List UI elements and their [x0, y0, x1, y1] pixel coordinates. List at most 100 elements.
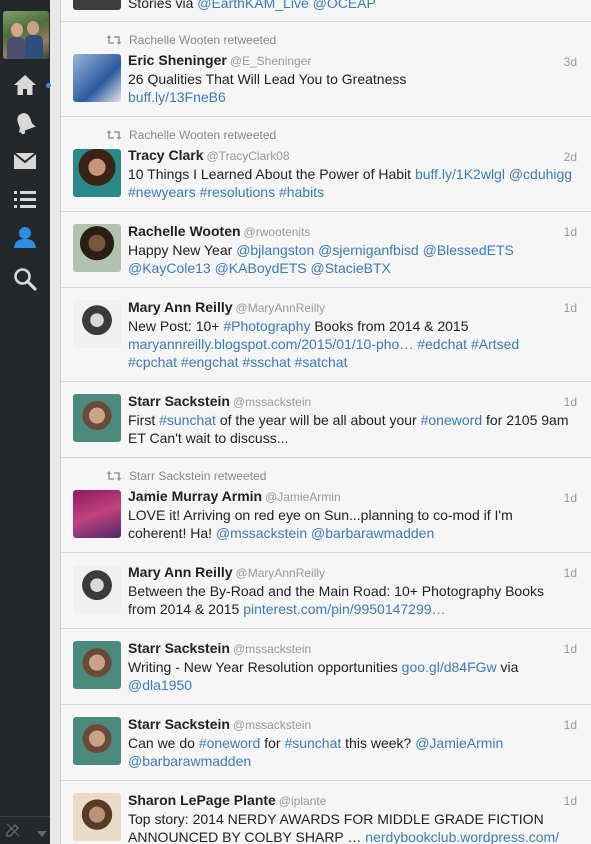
avatar[interactable] — [73, 565, 121, 613]
tweet-link[interactable]: #newyears #resolutions #habits — [128, 184, 324, 200]
avatar[interactable] — [73, 0, 121, 10]
tweet-link[interactable]: buff.ly/13FneB6 — [128, 89, 226, 105]
messages-icon[interactable] — [12, 148, 38, 174]
avatar[interactable] — [73, 54, 121, 102]
timestamp[interactable]: 1d — [564, 491, 577, 505]
tweet-link[interactable]: @EarthKAM_Live @OCEAP — [197, 0, 376, 11]
list-item[interactable]: Stories via @EarthKAM_Live @OCEAP — [61, 0, 591, 22]
tweet-text: New Post: 10+ #Photography Books from 20… — [128, 317, 579, 371]
author-handle[interactable]: @mssackstein — [233, 395, 311, 409]
author-name[interactable]: Rachelle Wooten — [128, 223, 241, 239]
timestamp[interactable]: 1d — [564, 794, 577, 808]
timestamp[interactable]: 3d — [564, 55, 577, 69]
tweet-item[interactable]: Starr Sackstein @mssackstein 1d First #sunc… — [61, 382, 591, 458]
author-handle[interactable]: @JamieArmin — [265, 490, 341, 504]
author-handle[interactable]: @E_Sheninger — [230, 54, 312, 68]
tweet-link[interactable]: @dla1950 — [128, 677, 192, 693]
notifications-icon[interactable] — [12, 110, 38, 136]
account-avatar[interactable] — [3, 11, 49, 59]
avatar[interactable] — [73, 300, 121, 348]
tweet-link[interactable]: maryannreilly.blogspot.com/2015/01/10-ph… — [128, 336, 519, 352]
tweet-item[interactable]: Starr Sackstein @mssackstein 1d Can we do #… — [61, 705, 591, 781]
tweet-link[interactable]: nerdybookclub.wordpress.com/ — [365, 829, 559, 844]
timestamp[interactable]: 1d — [564, 566, 577, 580]
tweet-text: 10 Things I Learned About the Power of H… — [128, 165, 579, 201]
tweet-item[interactable]: Starr Sackstein @mssackstein 1d Writing - N… — [61, 629, 591, 705]
tweet-item[interactable]: Rachelle Wooten retweeted Tracy Clark @Tra… — [61, 117, 591, 212]
tweet-link[interactable]: #Photography — [223, 318, 310, 334]
tweet-link[interactable]: pinterest.com/pin/9950147299… — [243, 601, 445, 617]
author-name[interactable]: Mary Ann Reilly — [128, 299, 233, 315]
lists-icon[interactable] — [12, 186, 38, 212]
timestamp[interactable]: 2d — [564, 150, 577, 164]
sidebar-footer — [0, 816, 50, 844]
tweet-text-fragment: coherent! Ha! — [128, 525, 216, 541]
tweet-link[interactable]: @barbarawmadden — [128, 753, 251, 769]
author-handle[interactable]: @iplante — [279, 794, 327, 808]
author-name[interactable]: Tracy Clark — [128, 147, 204, 163]
home-icon[interactable] — [12, 72, 38, 98]
avatar[interactable] — [73, 793, 121, 841]
tweet-item[interactable]: Mary Ann Reilly @MaryAnnReilly 1d Between t… — [61, 553, 591, 629]
avatar[interactable] — [73, 717, 121, 765]
author-name[interactable]: Mary Ann Reilly — [128, 564, 233, 580]
author-handle[interactable]: @rwootenits — [244, 225, 311, 239]
tweet-text: 26 Qualities That Will Lead You to Great… — [128, 70, 579, 106]
tweet-text: Between the By-Road and the Main Road: 1… — [128, 582, 579, 618]
author-handle[interactable]: @TracyClark08 — [207, 149, 290, 163]
tweet-link[interactable]: @mssackstein @barbarawmadden — [216, 525, 434, 541]
profile-icon[interactable] — [12, 224, 38, 250]
tweet-text-fragment: New Post: 10+ — [128, 318, 224, 334]
tweet-text-line: @dla1950 — [128, 676, 579, 694]
timestamp[interactable]: 1d — [564, 301, 577, 315]
tweet-link[interactable]: @cduhigg — [509, 166, 572, 182]
retweet-context: Rachelle Wooten retweeted — [106, 32, 579, 48]
author-name[interactable]: Starr Sackstein — [128, 393, 230, 409]
timestamp[interactable]: 1d — [564, 642, 577, 656]
timestamp[interactable]: 1d — [564, 225, 577, 239]
tweet-link[interactable]: goo.gl/d84FGw — [402, 659, 497, 675]
tweet-link[interactable]: @JamieArmin — [415, 735, 503, 751]
tweet-link[interactable]: #sunchat — [284, 735, 341, 751]
author-name[interactable]: Eric Sheninger — [128, 52, 227, 68]
tweet-link[interactable]: #sunchat — [159, 412, 216, 428]
tweet-item[interactable]: Rachelle Wooten retweeted Eric Sheninger @… — [61, 22, 591, 117]
tweet-link[interactable]: #oneword — [421, 412, 483, 428]
tweet-link[interactable]: buff.ly/1K2wlgl — [415, 166, 505, 182]
tweet-item[interactable]: Starr Sackstein retweeted Jamie Murray Ar… — [61, 458, 591, 553]
tweet-link[interactable]: #cpchat #engchat #sschat #satchat — [128, 354, 347, 370]
timestamp[interactable]: 1d — [564, 718, 577, 732]
author-name[interactable]: Sharon LePage Plante — [128, 792, 276, 808]
compose-icon[interactable] — [6, 823, 20, 837]
author-name[interactable]: Starr Sackstein — [128, 640, 230, 656]
search-icon[interactable] — [12, 266, 38, 292]
retweeted-by-label[interactable]: Rachelle Wooten retweeted — [129, 33, 276, 47]
tweet-text-line: Between the By-Road and the Main Road: 1… — [128, 582, 579, 600]
tweet-link[interactable]: @KayCole13 @KABoydETS @StacieBTX — [128, 260, 391, 276]
avatar[interactable] — [73, 490, 121, 538]
author-handle[interactable]: @MaryAnnReilly — [236, 301, 326, 315]
chevron-down-icon[interactable] — [36, 825, 48, 837]
tweet-header: Sharon LePage Plante @iplante — [128, 791, 579, 810]
tweet-text-line: Writing - New Year Resolution opportunit… — [128, 658, 579, 676]
avatar[interactable] — [73, 641, 121, 689]
tweet-link[interactable]: @bjlangston @sjerniganfbisd @BlessedETS — [236, 242, 514, 258]
author-handle[interactable]: @MaryAnnReilly — [236, 566, 326, 580]
tweet-header: Starr Sackstein @mssackstein — [128, 639, 579, 658]
tweet-text-line: 10 Things I Learned About the Power of H… — [128, 165, 579, 183]
tweet-stream[interactable]: Stories via @EarthKAM_Live @OCEAP Rachel… — [60, 0, 591, 844]
tweet-item[interactable]: Sharon LePage Plante @iplante 1d Top story:… — [61, 781, 591, 844]
tweet-item[interactable]: Mary Ann Reilly @MaryAnnReilly 1d New Post:… — [61, 288, 591, 382]
timestamp[interactable]: 1d — [564, 395, 577, 409]
author-handle[interactable]: @mssackstein — [233, 718, 311, 732]
avatar[interactable] — [73, 149, 121, 197]
retweeted-by-label[interactable]: Starr Sackstein retweeted — [129, 469, 266, 483]
tweet-item[interactable]: Rachelle Wooten @rwootenits 1d Happy New Ye… — [61, 212, 591, 288]
author-handle[interactable]: @mssackstein — [233, 642, 311, 656]
avatar[interactable] — [73, 224, 121, 272]
author-name[interactable]: Starr Sackstein — [128, 716, 230, 732]
avatar[interactable] — [73, 394, 121, 442]
tweet-link[interactable]: #oneword — [199, 735, 261, 751]
retweeted-by-label[interactable]: Rachelle Wooten retweeted — [129, 128, 276, 142]
author-name[interactable]: Jamie Murray Armin — [128, 488, 262, 504]
